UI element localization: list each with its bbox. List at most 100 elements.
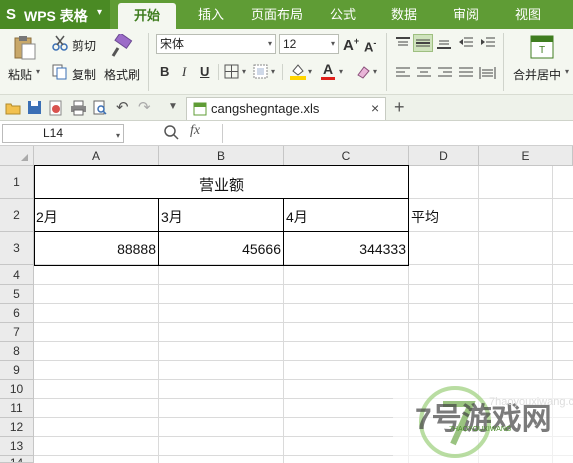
- merge-center-icon[interactable]: T: [530, 35, 554, 59]
- align-left-icon[interactable]: [395, 66, 411, 80]
- tab-formulas[interactable]: 公式: [318, 0, 368, 29]
- name-box[interactable]: L14 ▾: [2, 124, 124, 143]
- chevron-down-icon[interactable]: ▾: [308, 67, 312, 76]
- gridline: [34, 284, 573, 285]
- row-header-4[interactable]: 4: [0, 265, 34, 285]
- row-header-1[interactable]: 1: [0, 166, 34, 199]
- cell-a2[interactable]: 2月: [36, 207, 58, 227]
- redo-icon[interactable]: ↷: [138, 98, 151, 116]
- scissors-icon[interactable]: [52, 35, 68, 51]
- row-header-14[interactable]: 14: [0, 456, 34, 463]
- column-header-a[interactable]: A: [34, 146, 159, 166]
- tab-data[interactable]: 数据: [378, 0, 430, 29]
- align-middle-icon[interactable]: [413, 34, 433, 52]
- row-header-11[interactable]: 11: [0, 399, 34, 418]
- row-header-10[interactable]: 10: [0, 380, 34, 399]
- print-icon[interactable]: [70, 100, 87, 116]
- font-size-select[interactable]: 12 ▾: [279, 34, 339, 54]
- gridline: [34, 303, 573, 304]
- borders-icon[interactable]: [224, 64, 240, 80]
- row-header-13[interactable]: 13: [0, 437, 34, 456]
- cell-ref-value: L14: [43, 126, 64, 140]
- file-tab[interactable]: cangshegntage.xls ×: [186, 97, 386, 120]
- chevron-down-icon[interactable]: ▾: [565, 67, 569, 76]
- divider: [148, 33, 149, 91]
- tab-page-layout[interactable]: 页面布局: [244, 0, 310, 29]
- font-name-select[interactable]: 宋体 ▾: [156, 34, 276, 54]
- row-header-5[interactable]: 5: [0, 285, 34, 304]
- decrease-indent-icon[interactable]: [458, 36, 474, 50]
- cell-b2[interactable]: 3月: [161, 207, 183, 227]
- cell-b3[interactable]: 45666: [160, 241, 281, 257]
- cell-title[interactable]: 营业额: [35, 174, 408, 195]
- undo-icon[interactable]: ↶: [116, 98, 129, 116]
- format-painter-button[interactable]: 格式刷: [104, 66, 140, 83]
- cell-style-icon[interactable]: [253, 64, 269, 80]
- wps-app-menu-button[interactable]: S WPS 表格 ▾: [0, 0, 110, 29]
- align-right-icon[interactable]: [437, 66, 453, 80]
- row-header-3[interactable]: 3: [0, 232, 34, 265]
- row-header-12[interactable]: 12: [0, 418, 34, 437]
- column-header-d[interactable]: D: [409, 146, 479, 166]
- underline-button[interactable]: U: [200, 64, 209, 79]
- copy-button[interactable]: 复制: [72, 66, 96, 83]
- print-preview-icon[interactable]: [92, 100, 108, 116]
- cell-c2[interactable]: 4月: [286, 207, 308, 227]
- column-header-e[interactable]: E: [479, 146, 573, 166]
- row-header-7[interactable]: 7: [0, 323, 34, 342]
- cut-button[interactable]: 剪切: [72, 37, 96, 54]
- customize-toolbar-icon[interactable]: ▼: [168, 101, 178, 112]
- function-icon[interactable]: fx: [190, 123, 200, 139]
- chevron-down-icon[interactable]: ▾: [36, 67, 40, 76]
- chevron-down-icon[interactable]: ▾: [242, 67, 246, 76]
- paste-button[interactable]: 粘贴: [8, 66, 32, 83]
- clear-format-icon[interactable]: [355, 64, 371, 80]
- formula-input[interactable]: [222, 124, 571, 143]
- chevron-down-icon[interactable]: ▾: [373, 67, 377, 76]
- row-header-2[interactable]: 2: [0, 199, 34, 232]
- row-header-9[interactable]: 9: [0, 361, 34, 380]
- bold-button[interactable]: B: [160, 64, 169, 79]
- fill-color-icon[interactable]: [289, 62, 307, 80]
- close-icon[interactable]: ×: [371, 100, 379, 116]
- file-name: cangshegntage.xls: [211, 101, 320, 116]
- zoom-icon[interactable]: [163, 124, 179, 140]
- justify-icon[interactable]: [458, 66, 474, 80]
- font-color-icon[interactable]: A: [320, 61, 336, 81]
- open-folder-icon[interactable]: [5, 101, 21, 115]
- row-header-8[interactable]: 8: [0, 342, 34, 361]
- chevron-down-icon: ▾: [97, 7, 103, 18]
- increase-indent-icon[interactable]: [480, 36, 496, 50]
- save-icon[interactable]: [27, 100, 42, 115]
- decrease-font-icon[interactable]: A-: [364, 38, 376, 54]
- format-painter-icon[interactable]: [110, 32, 134, 60]
- table-border: [34, 198, 409, 199]
- copy-icon[interactable]: [52, 64, 68, 80]
- column-header-b[interactable]: B: [159, 146, 284, 166]
- distribute-icon[interactable]: [479, 66, 496, 80]
- chevron-down-icon[interactable]: ▾: [271, 67, 275, 76]
- increase-font-icon[interactable]: A+: [343, 36, 359, 54]
- tab-home[interactable]: 开始: [118, 3, 176, 29]
- wps-logo-icon: S: [6, 6, 17, 23]
- merge-center-button[interactable]: 合并居中: [513, 66, 561, 83]
- column-header-c[interactable]: C: [284, 146, 409, 166]
- align-top-icon[interactable]: [395, 36, 411, 50]
- chevron-down-icon[interactable]: ▾: [339, 67, 343, 76]
- cell-c3[interactable]: 344333: [285, 241, 406, 257]
- paste-icon[interactable]: [10, 35, 38, 61]
- table-border: [34, 231, 409, 232]
- italic-button[interactable]: I: [182, 64, 186, 80]
- cell-a3[interactable]: 88888: [35, 241, 156, 257]
- tab-view[interactable]: 视图: [502, 0, 554, 29]
- font-size-value: 12: [283, 37, 297, 51]
- tab-insert[interactable]: 插入: [186, 0, 236, 29]
- select-all-corner[interactable]: [0, 146, 34, 166]
- align-bottom-icon[interactable]: [436, 36, 452, 50]
- cell-d2[interactable]: 平均: [411, 207, 439, 227]
- new-tab-icon[interactable]: +: [394, 97, 405, 118]
- export-pdf-icon[interactable]: [48, 100, 64, 116]
- align-center-icon[interactable]: [416, 66, 432, 80]
- tab-review[interactable]: 审阅: [440, 0, 492, 29]
- row-header-6[interactable]: 6: [0, 304, 34, 323]
